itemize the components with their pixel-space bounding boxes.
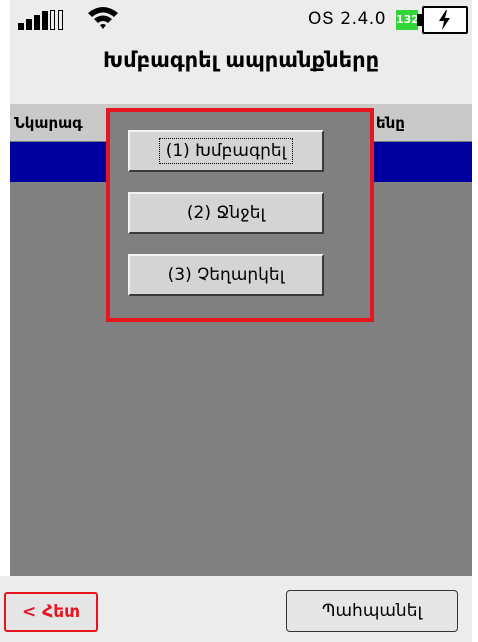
- wifi-icon: [88, 7, 118, 29]
- os-version: ՕՏ 2.4.0: [308, 9, 387, 29]
- page-title: Խմբագրել ապրանքները: [102, 48, 380, 72]
- signal-icon: [18, 10, 78, 30]
- cancel-button-label: (3) Չեղարկել: [167, 265, 285, 285]
- cancel-button[interactable]: (3) Չեղարկել: [128, 254, 324, 296]
- status-bar: ՕՏ 2.4.0 132: [10, 0, 472, 38]
- battery-level-badge: 132: [396, 10, 419, 30]
- bottom-bar: < Հետ Պահպանել: [0, 576, 462, 642]
- edit-button[interactable]: (1) Խմբագրել: [128, 130, 324, 172]
- delete-button[interactable]: (2) Ջնջել: [128, 192, 324, 234]
- edit-button-label: (1) Խմբագրել: [158, 138, 294, 164]
- back-button[interactable]: < Հետ: [4, 592, 98, 632]
- column-header-description[interactable]: Նկարագ: [14, 114, 112, 132]
- battery-icon: [417, 6, 468, 34]
- charging-icon: [439, 10, 450, 30]
- column-header-second[interactable]: ենը: [376, 114, 472, 132]
- delete-button-label: (2) Ջնջել: [186, 203, 266, 223]
- save-button[interactable]: Պահպանել: [286, 590, 458, 632]
- action-popup: (1) Խմբագրել (2) Ջնջել (3) Չեղարկել: [106, 108, 374, 322]
